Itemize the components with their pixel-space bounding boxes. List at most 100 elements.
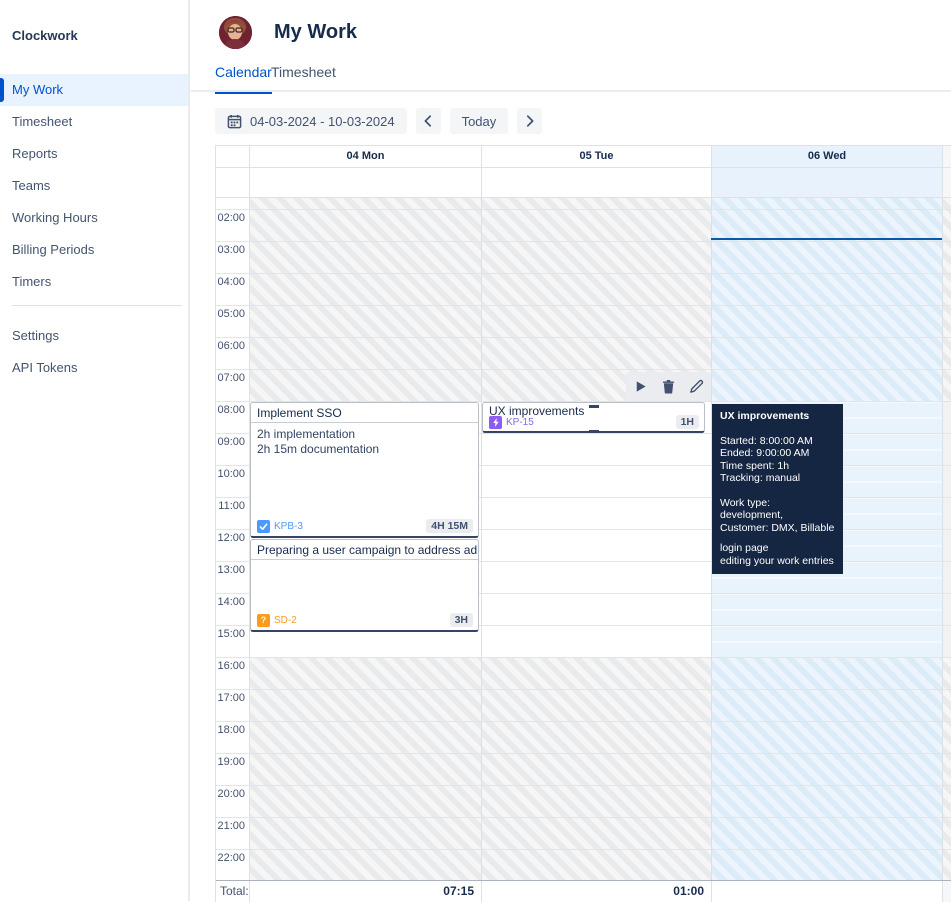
day-header-tue[interactable]: 05 Tue	[481, 146, 711, 167]
hour-label: 11:00	[216, 500, 245, 512]
sidebar-item-my-work[interactable]: My Work	[0, 74, 188, 106]
sidebar-nav-secondary: Settings API Tokens	[0, 320, 188, 384]
tue-offhours-top[interactable]	[481, 198, 711, 401]
sidebar-item-working-hours[interactable]: Working Hours	[0, 202, 188, 234]
play-icon[interactable]	[633, 379, 648, 394]
time-gutter-header	[216, 146, 249, 167]
total-label: Total:	[216, 881, 249, 902]
tooltip-line: Time spent: 1h	[720, 460, 835, 473]
sidebar: Clockwork My Work Timesheet Reports Team…	[0, 0, 190, 901]
next-day-sliver	[942, 657, 951, 880]
question-icon: ?	[257, 614, 270, 627]
hour-label: 16:00	[216, 660, 245, 672]
all-day-tue[interactable]	[481, 168, 711, 197]
calendar-day-header: 04 Mon 05 Tue 06 Wed	[216, 146, 951, 167]
chevron-right-icon	[523, 114, 537, 128]
current-time-indicator	[711, 238, 942, 240]
all-day-wed[interactable]	[711, 168, 942, 197]
hour-label: 10:00	[216, 468, 245, 480]
total-next	[942, 881, 951, 902]
page-title: My Work	[274, 21, 357, 44]
calendar-icon	[227, 114, 242, 129]
event-footer: KPB-3 4H 15M	[257, 519, 473, 533]
day-header-wed-today[interactable]: 06 Wed	[711, 146, 942, 167]
hour-label: 06:00	[216, 340, 245, 352]
tooltip-line: Work type: development,	[720, 497, 835, 522]
resize-handle-bottom[interactable]	[589, 430, 599, 433]
all-day-gutter	[216, 168, 249, 197]
sidebar-item-settings[interactable]: Settings	[0, 320, 188, 352]
date-range-button[interactable]: 04-03-2024 - 10-03-2024	[215, 108, 407, 134]
sidebar-item-timers[interactable]: Timers	[0, 266, 188, 298]
mon-offhours-bottom[interactable]	[249, 657, 481, 880]
app-title: Clockwork	[12, 28, 78, 43]
hour-label: 15:00	[216, 628, 245, 640]
hour-label: 02:00	[216, 212, 245, 224]
duration-badge: 3H	[450, 613, 473, 627]
resize-handle-top[interactable]	[589, 405, 599, 408]
issue-key[interactable]: KP-15	[506, 417, 534, 428]
tab-bar: Calendar Timesheet	[191, 64, 951, 92]
mon-offhours-top[interactable]	[249, 198, 481, 401]
today-button[interactable]: Today	[450, 108, 509, 134]
all-day-row[interactable]	[216, 167, 951, 198]
hour-label: 17:00	[216, 692, 245, 704]
hour-label: 03:00	[216, 244, 245, 256]
total-wed	[711, 881, 942, 902]
tue-working-hours[interactable]	[481, 401, 711, 657]
sidebar-item-billing-periods[interactable]: Billing Periods	[0, 234, 188, 266]
event-title: Preparing a user campaign to address ad.…	[251, 540, 478, 560]
avatar-image	[219, 16, 252, 49]
sidebar-item-api-tokens[interactable]: API Tokens	[0, 352, 188, 384]
hour-label: 07:00	[216, 372, 245, 384]
tooltip-title: UX improvements	[720, 410, 835, 423]
duration-badge: 1H	[676, 415, 699, 429]
hour-label: 20:00	[216, 788, 245, 800]
hour-label: 13:00	[216, 564, 245, 576]
prev-week-button[interactable]	[416, 108, 441, 134]
event-footer: ? SD-2 3H	[257, 613, 473, 627]
hour-label: 14:00	[216, 596, 245, 608]
hour-label: 21:00	[216, 820, 245, 832]
trash-icon[interactable]	[661, 379, 676, 394]
day-header-mon[interactable]: 04 Mon	[249, 146, 481, 167]
wed-offhours-top[interactable]	[711, 198, 942, 401]
tooltip-line: Ended: 9:00:00 AM	[720, 447, 835, 460]
total-tue: 01:00	[481, 881, 711, 902]
column-border	[481, 198, 482, 880]
tooltip-line: Customer: DMX, Billable	[720, 522, 835, 535]
event-ux-improvements[interactable]: UX improvements KP-15 1H	[482, 402, 705, 433]
issue-key[interactable]: SD-2	[274, 615, 297, 626]
next-week-button[interactable]	[517, 108, 542, 134]
hour-label: 05:00	[216, 308, 245, 320]
sidebar-item-timesheet[interactable]: Timesheet	[0, 106, 188, 138]
event-implement-sso[interactable]: Implement SSO 2h implementation 2h 15m d…	[250, 402, 479, 538]
column-border	[942, 198, 943, 880]
total-mon: 07:15	[249, 881, 481, 902]
hour-label: 22:00	[216, 852, 245, 864]
issue-key[interactable]: KPB-3	[274, 521, 303, 532]
calendar: 04 Mon 05 Tue 06 Wed 02:0	[215, 145, 951, 902]
event-tooltip: UX improvements Started: 8:00:00 AM Ende…	[712, 404, 843, 574]
date-range-label: 04-03-2024 - 10-03-2024	[250, 114, 395, 129]
chevron-left-icon	[421, 114, 435, 128]
tooltip-line: Started: 8:00:00 AM	[720, 435, 835, 448]
date-controls: 04-03-2024 - 10-03-2024 Today	[215, 108, 542, 134]
pencil-icon[interactable]	[689, 379, 704, 394]
all-day-mon[interactable]	[249, 168, 481, 197]
tab-calendar[interactable]: Calendar	[215, 64, 272, 94]
event-user-campaign[interactable]: Preparing a user campaign to address ad.…	[250, 539, 479, 632]
time-grid[interactable]: 02:00 03:00 04:00 05:00 06:00 07:00 08:0…	[216, 198, 951, 880]
sidebar-divider	[12, 305, 182, 306]
avatar[interactable]	[219, 16, 252, 49]
hour-label: 08:00	[216, 404, 245, 416]
hour-label: 04:00	[216, 276, 245, 288]
hour-label: 18:00	[216, 724, 245, 736]
wed-offhours-bottom[interactable]	[711, 657, 942, 880]
sidebar-item-teams[interactable]: Teams	[0, 170, 188, 202]
sidebar-nav: My Work Timesheet Reports Teams Working …	[0, 74, 188, 298]
tab-timesheet[interactable]: Timesheet	[271, 64, 336, 92]
tue-offhours-bottom[interactable]	[481, 657, 711, 880]
tooltip-line: Tracking: manual	[720, 472, 835, 485]
sidebar-item-reports[interactable]: Reports	[0, 138, 188, 170]
